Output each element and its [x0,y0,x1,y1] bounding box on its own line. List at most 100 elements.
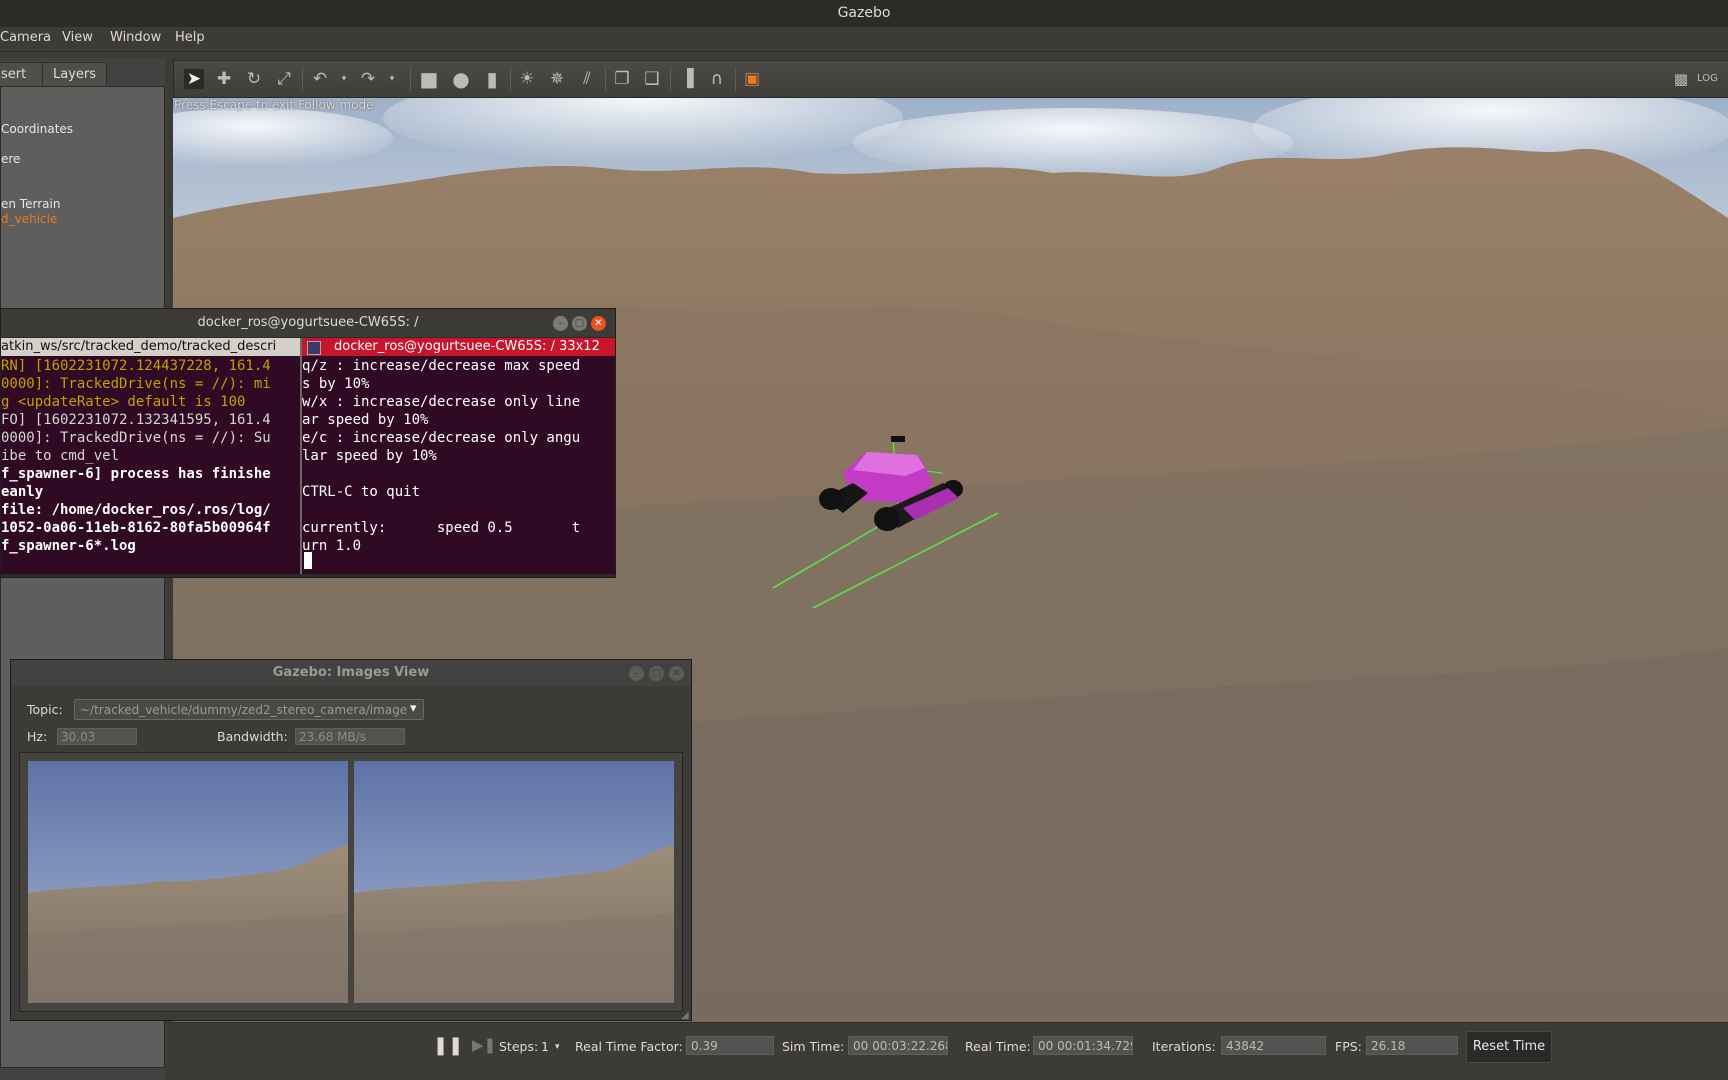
images-view-title: Gazebo: Images View [272,665,430,680]
box-icon[interactable]: ■ [419,69,439,89]
snap-icon[interactable]: ∩ [707,69,727,89]
menu-bar: Camera View Window Help [0,27,1728,52]
log-icon[interactable]: LOG [1697,69,1718,89]
hz-label: Hz: [27,729,48,744]
menu-camera[interactable]: Camera [0,30,51,45]
rtf-label: Real Time Factor: [575,1039,683,1054]
images-view-title-bar[interactable]: Gazebo: Images View [11,660,691,686]
bottom-status-bar: ❚❚ ▶❚ Steps: 1 ▾ Real Time Factor: 0.39 … [173,1022,1728,1071]
right-camera-image [354,761,674,1003]
terminal-line: ar speed by 10% [302,412,429,428]
resize-grip-icon[interactable]: ◢ [681,1010,689,1021]
terminal-line: 1052-0a06-11eb-8162-80fa5b00964f [1,520,271,536]
view-angle-icon[interactable]: ▣ [742,69,762,89]
real-time-field: 00 00:01:34.729 [1033,1036,1133,1055]
images-view-window[interactable]: Gazebo: Images View – □ ✕ Topic: ~/track… [10,659,692,1021]
steps-label: Steps: [499,1039,539,1054]
menu-view[interactable]: View [62,30,93,45]
topic-select[interactable]: ~/tracked_vehicle/dummy/zed2_stereo_came… [74,699,424,720]
terminal-line: f_spawner-6*.log [1,538,136,554]
steps-dropdown-icon[interactable]: ▾ [555,1042,560,1052]
tree-item-atmosphere[interactable]: ere [1,152,20,166]
cylinder-icon[interactable]: ▮ [482,69,502,89]
terminal-window[interactable]: docker_ros@yogurtsuee-CW65S: / – □ ✕ atk… [0,308,616,578]
sim-time-value: 00 00:03:22.268 [853,1039,948,1053]
iv-maximize-icon[interactable]: □ [649,666,664,681]
fps-value: 26.18 [1371,1039,1406,1053]
terminal-line: 0000]: TrackedDrive(ns = //): mi [1,376,271,392]
menu-help[interactable]: Help [175,30,205,45]
fps-field: 26.18 [1366,1036,1458,1055]
bandwidth-field: 23.68 MB/s [295,728,405,745]
align-icon[interactable]: ▐ [677,69,697,89]
tree-item-terrain[interactable]: en Terrain [1,197,60,211]
redo-icon[interactable]: ↷ [358,69,378,89]
tab-insert[interactable]: sert [0,62,44,87]
terminal-title-bar[interactable]: docker_ros@yogurtsuee-CW65S: / [1,309,615,337]
camera-images-frame [19,752,683,1012]
terminal-icon [307,341,321,355]
tree-item-tracked-vehicle[interactable]: d_vehicle [1,212,57,226]
terminal-line: RN] [1602231072.124437228, 161.4 [1,358,271,374]
menu-window[interactable]: Window [110,30,161,45]
screenshot-icon[interactable]: ▩ [1671,69,1691,89]
iterations-label: Iterations: [1152,1039,1216,1054]
close-icon[interactable]: ✕ [591,316,606,331]
window-title: Gazebo [837,5,891,21]
terminal-line: ibe to cmd_vel [1,448,120,464]
paste-icon[interactable]: ❑ [642,69,662,89]
left-camera-image [28,761,348,1003]
terminal-line: file: /home/docker_ros/.ros/log/ [1,502,271,518]
terminal-line: 0000]: TrackedDrive(ns = //): Su [1,430,271,446]
translate-icon[interactable]: ✚ [214,69,234,89]
iv-close-icon[interactable]: ✕ [669,666,684,681]
terminal-line: f_spawner-6] process has finishe [1,466,271,482]
pane-header-right: docker_ros@yogurtsuee-CW65S: / 33x12 [302,338,615,356]
terminal-line: lar speed by 10% [302,448,437,464]
terminal-line: CTRL-C to quit [302,484,421,500]
terminal-line: e/c : increase/decrease only angu [302,430,581,446]
steps-value[interactable]: 1 [541,1039,549,1054]
sphere-icon[interactable]: ● [451,69,471,89]
terminal-line: currently: speed 0.5 t [302,520,581,536]
chevron-down-icon[interactable]: ▾ [410,701,417,716]
terminal-line: FO] [1602231072.132341595, 161.4 [1,412,271,428]
copy-icon[interactable]: ❐ [612,69,632,89]
terminal-pane-left[interactable]: atkin_ws/src/tracked_demo/tracked_descri… [1,338,300,574]
pause-icon[interactable]: ❚❚ [433,1035,463,1056]
terminal-title: docker_ros@yogurtsuee-CW65S: / [197,315,419,330]
undo-icon[interactable]: ↶ [310,69,330,89]
iterations-value: 43842 [1226,1039,1265,1053]
minimize-icon[interactable]: – [553,316,568,331]
pane-header-left: atkin_ws/src/tracked_demo/tracked_descri [1,338,300,356]
follow-mode-hint: Press Escape to exit Follow mode [174,98,374,112]
sim-time-field: 00 00:03:22.268 [848,1036,948,1055]
point-light-icon[interactable]: ☀ [517,69,537,89]
terminal-line: s by 10% [302,376,370,392]
select-arrow-icon[interactable]: ➤ [184,69,204,89]
rotate-icon[interactable]: ↻ [244,69,264,89]
redo-dropdown-icon[interactable]: ▾ [382,69,402,89]
pane-header-right-label: docker_ros@yogurtsuee-CW65S: / 33x12 [334,339,600,354]
topic-label: Topic: [27,702,63,717]
tab-layers[interactable]: Layers [42,62,108,87]
step-icon[interactable]: ▶❚ [472,1036,496,1054]
hz-field: 30.03 [57,728,137,745]
terminal-pane-right[interactable]: docker_ros@yogurtsuee-CW65S: / 33x12 q/z… [302,338,615,574]
maximize-icon[interactable]: □ [572,316,587,331]
rtf-value: 0.39 [691,1039,718,1053]
terminal-line: eanly [1,484,44,500]
spot-light-icon[interactable]: ✵ [547,69,567,89]
tree-item-spherical-coordinates[interactable]: Coordinates [1,122,73,136]
undo-dropdown-icon[interactable]: ▾ [334,69,354,89]
iterations-field: 43842 [1221,1036,1326,1055]
terminal-line: q/z : increase/decrease max speed [302,358,581,374]
scale-icon[interactable]: ⤢ [274,69,294,89]
iv-minimize-icon[interactable]: – [629,666,644,681]
reset-time-button[interactable]: Reset Time [1466,1031,1552,1063]
real-time-value: 00 00:01:34.729 [1038,1039,1133,1053]
window-title-bar: Gazebo [0,0,1728,27]
directional-light-icon[interactable]: ⫽ [577,69,597,89]
hz-value: 30.03 [61,730,96,744]
fps-label: FPS: [1335,1039,1362,1054]
